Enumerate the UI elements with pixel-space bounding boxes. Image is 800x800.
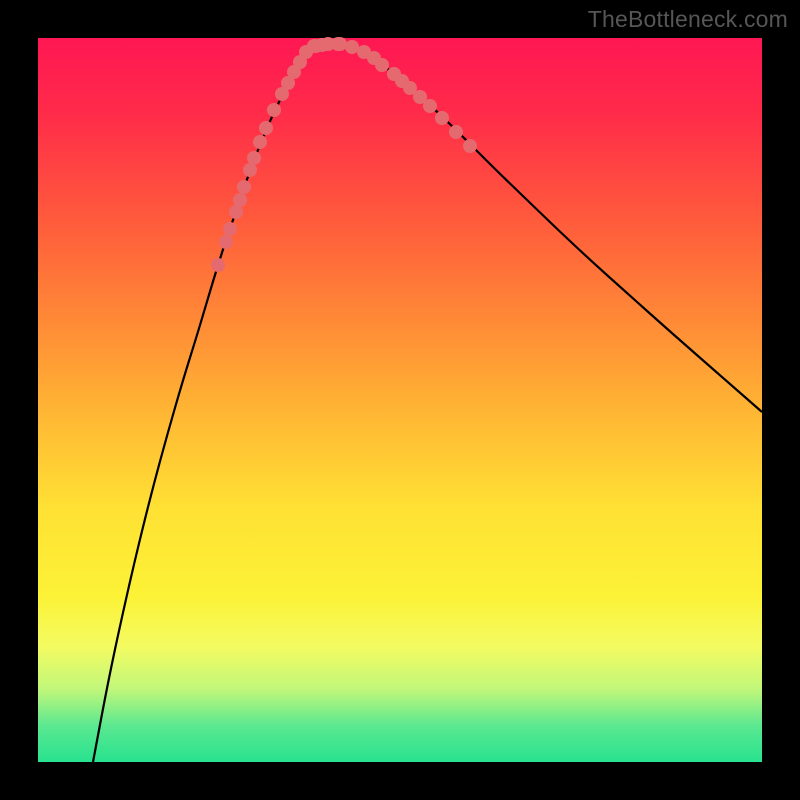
curve-marker	[345, 40, 359, 54]
curve-marker	[223, 222, 237, 236]
bottleneck-curve	[93, 44, 762, 762]
curve-marker	[253, 135, 267, 149]
curve-marker	[375, 58, 389, 72]
curve-marker	[229, 205, 243, 219]
curve-marker	[219, 235, 233, 249]
curve-marker	[331, 37, 345, 51]
curve-marker	[247, 151, 261, 165]
curve-marker	[259, 121, 273, 135]
watermark-label: TheBottleneck.com	[588, 6, 788, 33]
curve-marker	[267, 103, 281, 117]
chart-stage: TheBottleneck.com	[0, 0, 800, 800]
curve-marker	[233, 193, 247, 207]
curve-marker	[315, 38, 329, 52]
curve-svg	[38, 38, 762, 762]
curve-marker	[211, 258, 225, 272]
curve-marker-group	[211, 37, 477, 272]
curve-marker	[237, 180, 251, 194]
curve-marker	[435, 111, 449, 125]
curve-marker	[449, 125, 463, 139]
curve-marker	[423, 99, 437, 113]
curve-marker	[463, 139, 477, 153]
plot-area	[38, 38, 762, 762]
curve-marker	[243, 163, 257, 177]
